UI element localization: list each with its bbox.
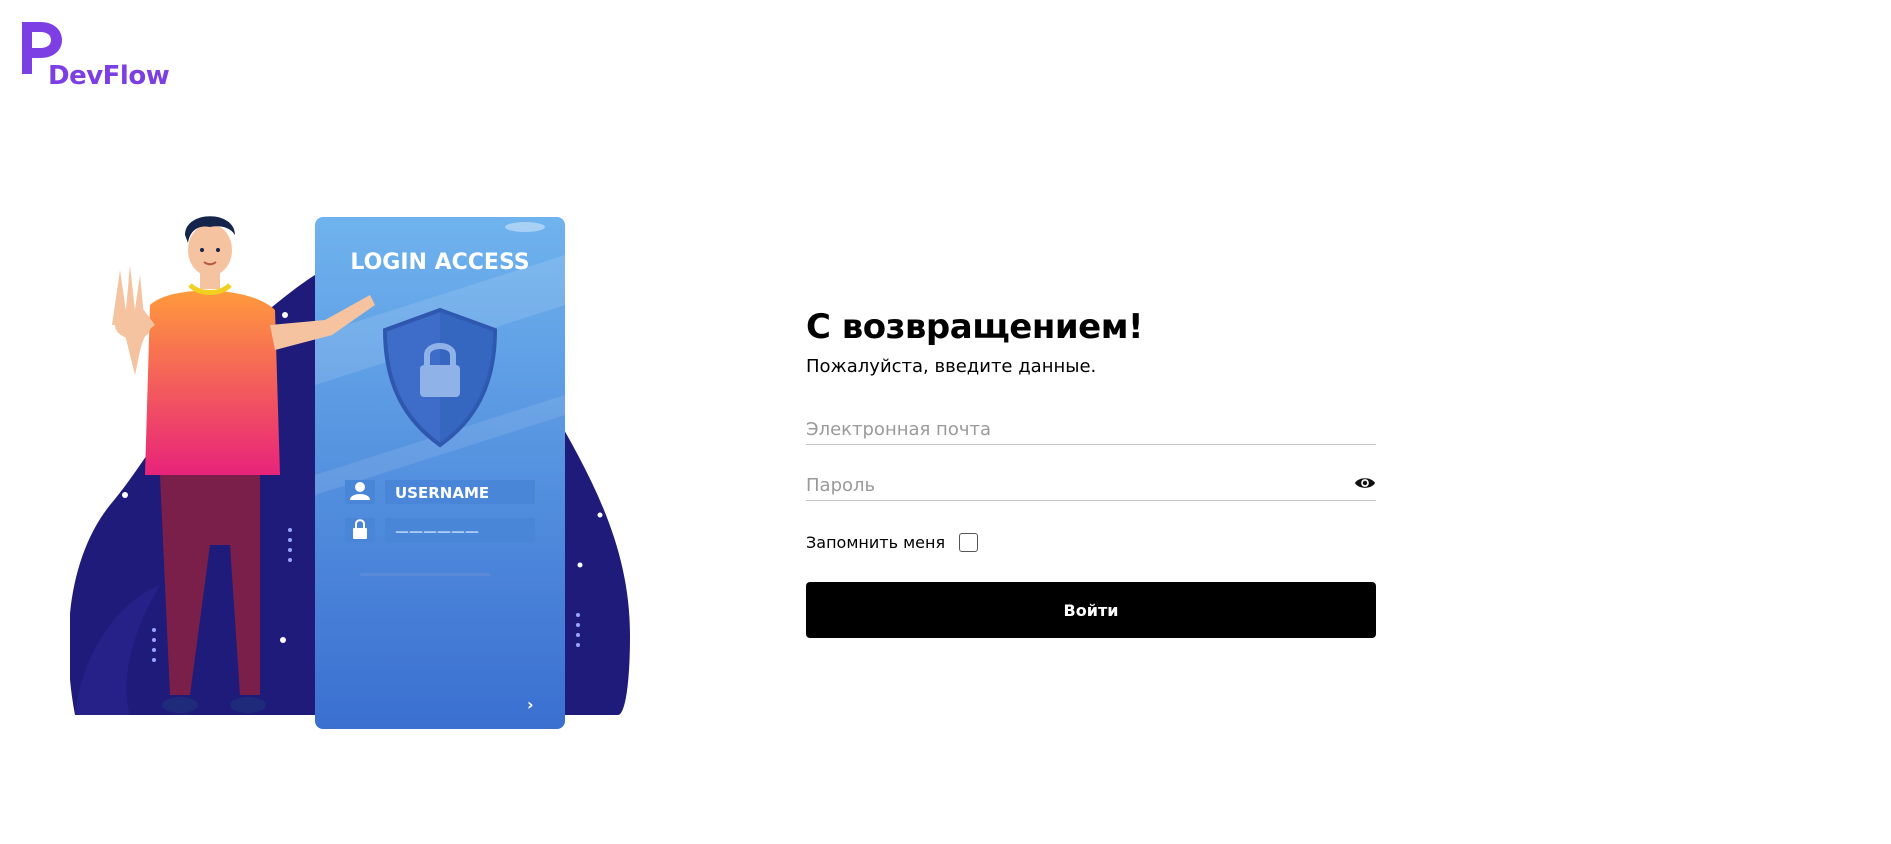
card-title-text: LOGIN ACCESS [350,250,529,275]
password-field-wrapper [806,471,1376,501]
chevron-right-icon: › [527,695,534,714]
card-password-mask: —————— [395,524,479,540]
page-title: С возвращением! [806,307,1144,347]
login-form: С возвращением! Пожалуйста, введите данн… [806,305,1376,638]
card-username-text: USERNAME [395,484,489,502]
login-illustration: LOGIN ACCESS USERNAME —————— › [70,216,630,729]
brand-name: DevFlow [48,61,170,91]
remember-me-row: Запомнить меня [806,533,1376,552]
eye-icon[interactable] [1354,475,1376,491]
email-input[interactable] [806,415,1376,443]
login-button[interactable]: Войти [806,582,1376,638]
email-field-wrapper [806,415,1376,445]
remember-me-checkbox[interactable] [959,533,979,552]
password-input[interactable] [806,471,1376,499]
remember-me-label: Запомнить меня [806,533,946,552]
login-page: DevFlow LOGIN ACCESS USERNAME —————— › С… [0,0,1891,844]
brand-logo[interactable]: DevFlow [18,18,178,91]
page-subtitle: Пожалуйста, введите данные. [806,356,1097,377]
